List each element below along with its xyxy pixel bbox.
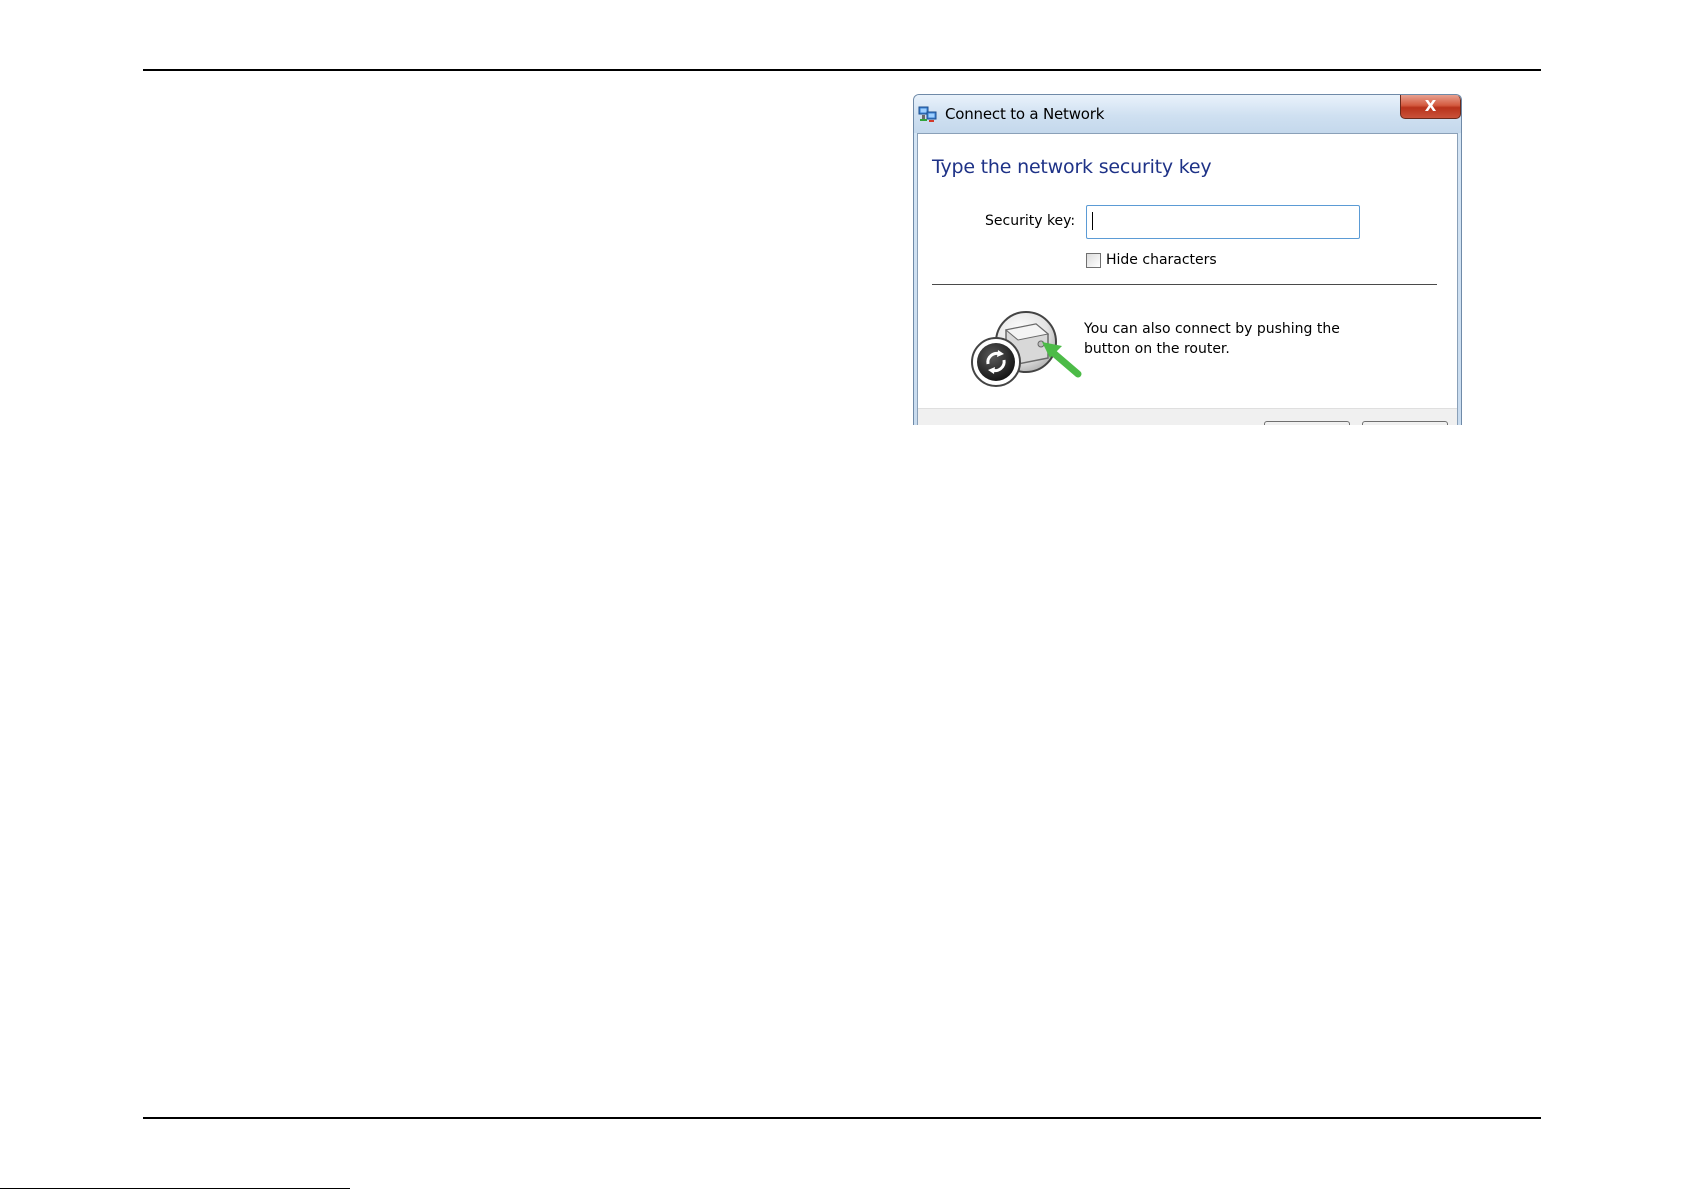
section-divider [932,284,1437,285]
wps-message: You can also connect by pushing the butt… [1084,319,1374,359]
page-top-rule [143,69,1541,71]
wps-router-push-button-icon [971,311,1082,387]
connect-to-network-dialog: Connect to a Network X Type the network … [913,94,1462,425]
dialog-button-partial-left[interactable] [1264,421,1350,425]
hide-characters-row[interactable]: Hide characters [1086,251,1217,269]
hide-characters-checkbox[interactable] [1086,252,1101,268]
close-button[interactable]: X [1400,95,1461,119]
page-footer-line [0,1188,350,1189]
security-key-label: Security key: [985,213,1076,229]
dialog-heading: Type the network security key [932,156,1212,178]
dialog-titlebar[interactable]: Connect to a Network X [914,95,1461,133]
dialog-button-partial-right[interactable] [1362,421,1448,425]
network-connection-icon [918,106,937,122]
text-caret [1092,212,1093,230]
page-bottom-rule [143,1117,1541,1119]
dialog-button-bar [918,408,1457,425]
dialog-client-area: Type the network security key Security k… [917,133,1458,425]
security-key-input[interactable] [1086,205,1360,239]
wps-message-line-2: button on the router. [1084,341,1230,357]
dialog-title: Connect to a Network [945,105,1105,123]
wps-message-line-1: You can also connect by pushing the [1084,321,1340,337]
hide-characters-label[interactable]: Hide characters [1106,252,1217,268]
